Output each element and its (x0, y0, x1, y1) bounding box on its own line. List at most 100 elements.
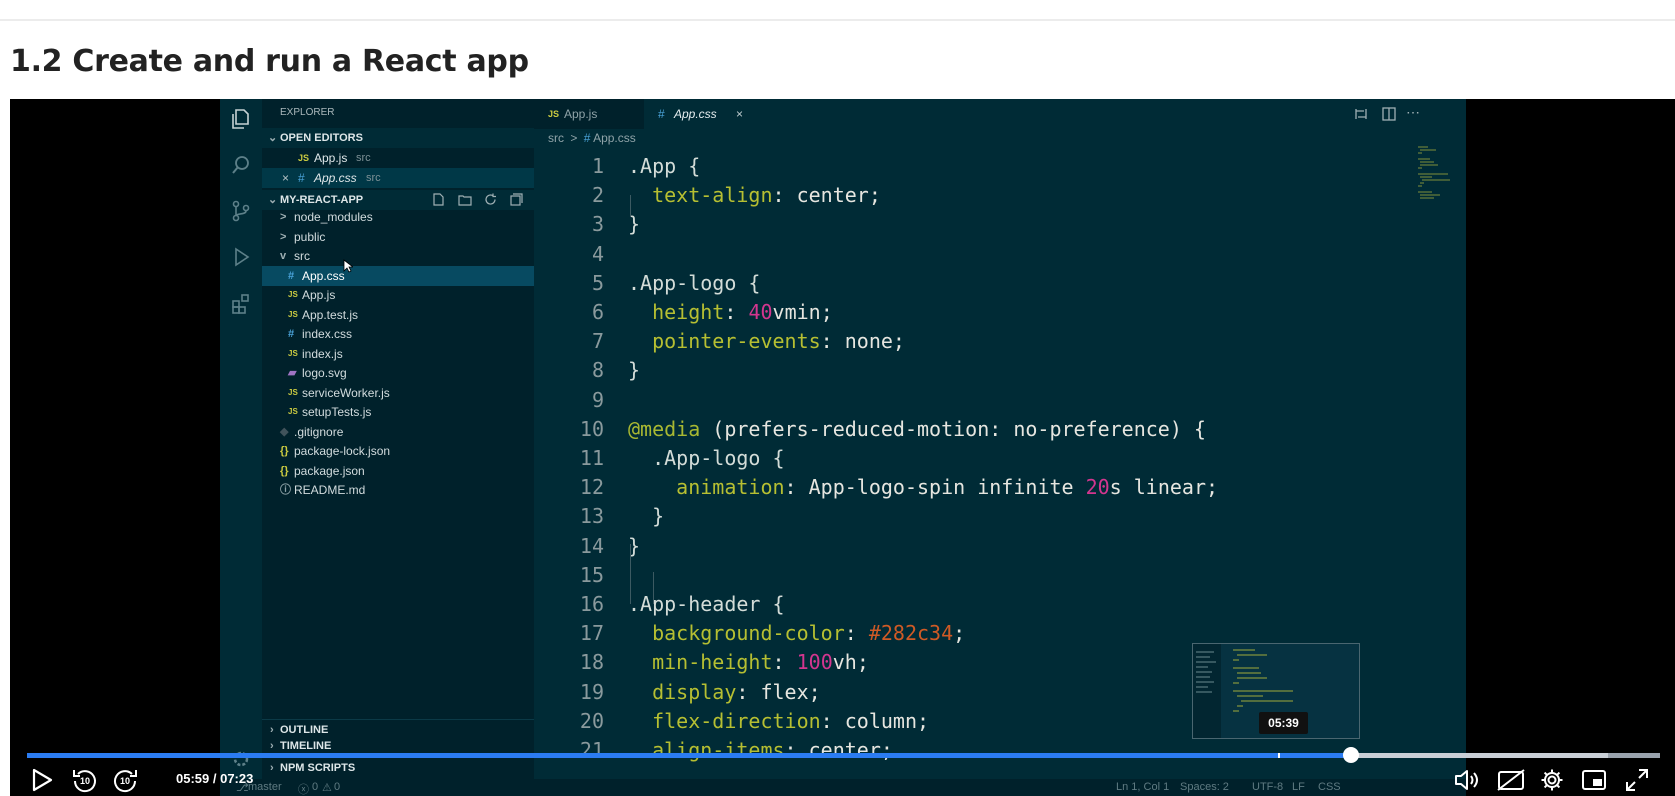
code-line[interactable]: .App-logo { (628, 268, 760, 299)
video-progress-bar[interactable] (27, 747, 1660, 763)
breadcrumb-file[interactable]: App.css (593, 131, 636, 145)
line-number: 14 (579, 533, 604, 558)
file-tree-item[interactable]: > public (262, 227, 534, 247)
breadcrumb: src > # App.css (548, 131, 636, 145)
files-icon (229, 107, 253, 131)
line-number: 19 (579, 679, 604, 704)
open-editor-item[interactable]: JS App.js src (262, 148, 534, 168)
source-control-icon (229, 199, 253, 223)
split-editor-icon[interactable] (1382, 107, 1396, 126)
file-tree-item[interactable]: JS serviceWorker.js (262, 383, 534, 403)
code-line[interactable]: flex-direction: column; (628, 706, 929, 737)
settings-button[interactable] (1536, 764, 1568, 796)
file-tree-item[interactable]: JS index.js (262, 344, 534, 364)
file-tree-item[interactable]: # index.css (262, 324, 534, 344)
file-tree-item-label: setupTests.js (302, 405, 372, 419)
css-file-icon: # (658, 107, 665, 121)
file-tree-item-label: logo.svg (302, 366, 347, 380)
line-number: 20 (579, 708, 604, 733)
line-number: 7 (591, 329, 604, 354)
chevron-right-icon: > (280, 230, 287, 243)
npm-scripts-section[interactable]: › NPM SCRIPTS (262, 758, 534, 778)
status-eol[interactable]: LF (1292, 781, 1305, 793)
code-line[interactable]: } (628, 355, 640, 386)
open-editors-header[interactable]: ⌄ OPEN EDITORS (262, 128, 534, 148)
file-tree-item[interactable]: {} package.json (262, 461, 534, 481)
more-actions-icon[interactable]: ⋯ (1406, 104, 1420, 121)
fullscreen-button[interactable] (1620, 764, 1654, 796)
file-tree-item[interactable]: JS App.js (262, 285, 534, 305)
outline-section[interactable]: › OUTLINE (262, 719, 534, 740)
file-tree-item[interactable]: v src (262, 246, 534, 266)
line-number: 10 (579, 416, 604, 441)
css-file-icon: # (298, 171, 305, 185)
file-tree-item[interactable]: ⓘ README.md (262, 480, 534, 500)
open-editor-item[interactable]: × # App.css src (262, 168, 534, 188)
status-encoding[interactable]: UTF-8 (1252, 781, 1283, 793)
status-errors[interactable]: 0 (312, 781, 318, 793)
timeline-section[interactable]: › TIMELINE (262, 739, 534, 749)
code-line[interactable]: height: 40vmin; (628, 297, 833, 328)
line-number: 21 (579, 738, 604, 762)
captions-off-button[interactable] (1494, 764, 1528, 796)
js-file-icon: JS (548, 109, 560, 119)
volume-button[interactable] (1450, 764, 1484, 796)
chevron-right-icon: › (270, 740, 274, 749)
line-number: 11 (579, 446, 604, 470)
error-icon: ⓧ (298, 784, 309, 796)
code-line[interactable]: min-height: 100vh; (628, 647, 869, 678)
code-line[interactable]: .App-header { (628, 589, 785, 620)
video-player[interactable]: EXPLORER ⌄ OPEN EDITORS JS App.js src × … (10, 99, 1675, 796)
file-tree-item[interactable]: > node_modules (262, 207, 534, 227)
file-tree-item[interactable]: {} package-lock.json (262, 441, 534, 461)
file-tree-item[interactable]: # App.css (262, 265, 534, 286)
line-number: 4 (591, 241, 604, 266)
status-cursor-position[interactable]: Ln 1, Col 1 (1116, 781, 1169, 793)
status-indentation[interactable]: Spaces: 2 (1180, 781, 1229, 793)
file-tree-item[interactable]: JS App.test.js (262, 305, 534, 325)
play-button[interactable] (28, 764, 56, 796)
file-tree-item-label: serviceWorker.js (302, 385, 390, 400)
tab-app-js[interactable]: JS App.js (534, 99, 644, 129)
code-line[interactable]: display: flex; (628, 677, 821, 708)
file-type-icon: # (288, 328, 295, 340)
file-type-icon: JS (288, 348, 298, 358)
line-number: 5 (591, 270, 604, 295)
code-line[interactable]: text-align: center; (628, 180, 881, 211)
file-tree-item[interactable]: JS setupTests.js (262, 402, 534, 422)
code-line[interactable]: animation: App-logo-spin infinite 20s li… (628, 472, 1218, 503)
file-tree-item-label: App.css (302, 268, 345, 283)
progress-played (27, 753, 1352, 758)
css-file-icon: # (583, 131, 591, 145)
breadcrumb-folder[interactable]: src (548, 131, 564, 145)
top-divider (0, 19, 1675, 21)
file-tree-item-label: package-lock.json (294, 444, 391, 458)
file-tree-item[interactable]: ▰ logo.svg (262, 363, 534, 383)
status-language[interactable]: CSS (1318, 781, 1341, 793)
explorer-sidebar: EXPLORER ⌄ OPEN EDITORS JS App.js src × … (262, 99, 534, 796)
code-line[interactable]: pointer-events: none; (628, 326, 905, 357)
picture-in-picture-button[interactable] (1578, 764, 1610, 796)
code-line[interactable]: @media (prefers-reduced-motion: no-prefe… (628, 414, 1206, 445)
forward-10-button[interactable]: 10 (110, 764, 140, 796)
settings-gear-icon (229, 747, 253, 771)
code-line[interactable]: align-items: center; (628, 735, 893, 766)
progress-hover-marker (1277, 753, 1280, 758)
code-line[interactable]: .App-logo { (628, 443, 784, 474)
minimap[interactable] (1416, 143, 1456, 203)
code-line[interactable]: } (628, 501, 664, 532)
code-line[interactable]: .App { (628, 151, 700, 182)
tab-app-css[interactable]: # App.css × (644, 99, 756, 129)
file-tree-item[interactable]: ◆ .gitignore (262, 422, 534, 442)
explorer-title: EXPLORER (280, 107, 335, 118)
rewind-10-button[interactable]: 10 (70, 764, 100, 796)
file-tree-item-label: node_modules (294, 210, 373, 224)
status-warnings[interactable]: 0 (334, 781, 340, 793)
chevron-right-icon: › (270, 762, 274, 774)
compare-changes-icon[interactable] (1354, 107, 1368, 126)
time-display: 05:59 / 07:23 (176, 771, 254, 786)
close-icon[interactable]: × (736, 99, 743, 129)
code-line[interactable]: background-color: #282c34; (628, 618, 965, 649)
close-icon[interactable]: × (282, 168, 289, 188)
chevron-down-icon: ⌄ (268, 132, 278, 144)
